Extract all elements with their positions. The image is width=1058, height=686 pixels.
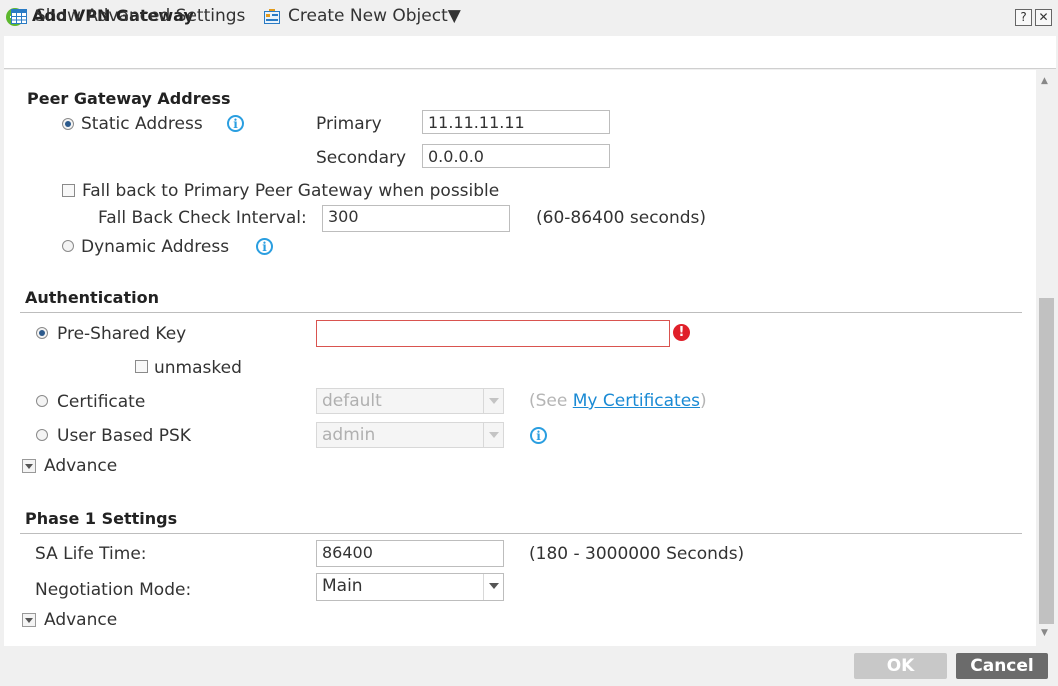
chevron-down-icon xyxy=(483,389,503,413)
pre-shared-key-label: Pre-Shared Key xyxy=(57,324,187,344)
scroll-down-icon[interactable]: ▼ xyxy=(1041,628,1048,638)
negotiation-mode-select[interactable]: Main xyxy=(316,573,504,601)
primary-address-input[interactable]: 11.11.11.11 xyxy=(422,110,610,134)
cancel-button[interactable]: Cancel xyxy=(956,653,1048,679)
my-certificates-link[interactable]: My Certificates xyxy=(573,391,700,411)
user-based-psk-radio[interactable] xyxy=(36,429,48,441)
certificate-select-value: default xyxy=(322,391,382,411)
negotiation-mode-label: Negotiation Mode: xyxy=(35,580,192,600)
sa-life-time-input[interactable]: 86400 xyxy=(316,540,504,567)
info-icon[interactable]: i xyxy=(227,115,244,132)
close-icon[interactable]: ✕ xyxy=(1035,9,1052,26)
dynamic-address-radio[interactable] xyxy=(62,240,74,252)
certificates-hint: (See My Certificates) xyxy=(529,391,707,411)
peer-gateway-section-title: Peer Gateway Address xyxy=(27,89,231,108)
table-icon xyxy=(11,9,27,24)
ok-button[interactable]: OK xyxy=(854,653,947,679)
chevron-down-icon xyxy=(483,574,503,600)
secondary-address-input[interactable]: 0.0.0.0 xyxy=(422,144,610,168)
help-icon[interactable]: ? xyxy=(1015,9,1032,26)
static-address-radio[interactable] xyxy=(62,118,74,130)
certificate-label: Certificate xyxy=(57,392,146,412)
show-advanced-settings-button[interactable]: Show Advanced Settings xyxy=(35,6,245,26)
create-new-object-menu[interactable]: Create New Object▼ xyxy=(288,6,461,26)
unmasked-label: unmasked xyxy=(154,358,242,378)
see-suffix: ) xyxy=(700,391,707,411)
section-divider xyxy=(20,312,1022,313)
fallback-checkbox[interactable] xyxy=(62,184,75,197)
auth-advance-toggle[interactable]: Advance xyxy=(44,456,117,476)
dynamic-address-label: Dynamic Address xyxy=(81,237,230,257)
toolbar xyxy=(4,36,1056,69)
fallback-interval-label: Fall Back Check Interval: xyxy=(98,208,307,228)
fallback-interval-hint: (60-86400 seconds) xyxy=(536,208,706,228)
fallback-interval-input[interactable]: 300 xyxy=(322,205,510,232)
expand-advance-icon[interactable] xyxy=(22,459,36,473)
sa-life-time-label: SA Life Time: xyxy=(35,544,147,564)
chevron-down-icon xyxy=(483,423,503,447)
certificate-radio[interactable] xyxy=(36,395,48,407)
scrollbar-thumb[interactable] xyxy=(1039,298,1054,624)
secondary-label: Secondary xyxy=(316,148,407,168)
user-based-psk-select[interactable]: admin xyxy=(316,422,504,448)
sa-life-time-hint: (180 - 3000000 Seconds) xyxy=(529,544,745,564)
expand-advance-icon[interactable] xyxy=(22,613,36,627)
phase1-advance-toggle[interactable]: Advance xyxy=(44,610,117,630)
info-icon[interactable]: i xyxy=(256,238,273,255)
info-icon[interactable]: i xyxy=(530,427,547,444)
scroll-up-icon[interactable]: ▲ xyxy=(1041,76,1048,86)
pre-shared-key-input[interactable] xyxy=(316,320,670,347)
section-divider xyxy=(20,533,1022,534)
primary-label: Primary xyxy=(316,114,382,134)
pre-shared-key-radio[interactable] xyxy=(36,327,48,339)
static-address-label: Static Address xyxy=(81,114,203,134)
unmasked-checkbox[interactable] xyxy=(135,360,148,373)
authentication-section-title: Authentication xyxy=(25,288,159,307)
see-prefix: (See xyxy=(529,391,573,411)
user-based-psk-label: User Based PSK xyxy=(57,426,191,446)
new-object-icon xyxy=(264,9,280,24)
certificate-select[interactable]: default xyxy=(316,388,504,414)
fallback-label: Fall back to Primary Peer Gateway when p… xyxy=(82,181,500,201)
error-icon: ! xyxy=(673,324,690,341)
user-based-psk-select-value: admin xyxy=(322,425,376,445)
phase1-section-title: Phase 1 Settings xyxy=(25,509,178,528)
negotiation-mode-value: Main xyxy=(322,576,363,596)
